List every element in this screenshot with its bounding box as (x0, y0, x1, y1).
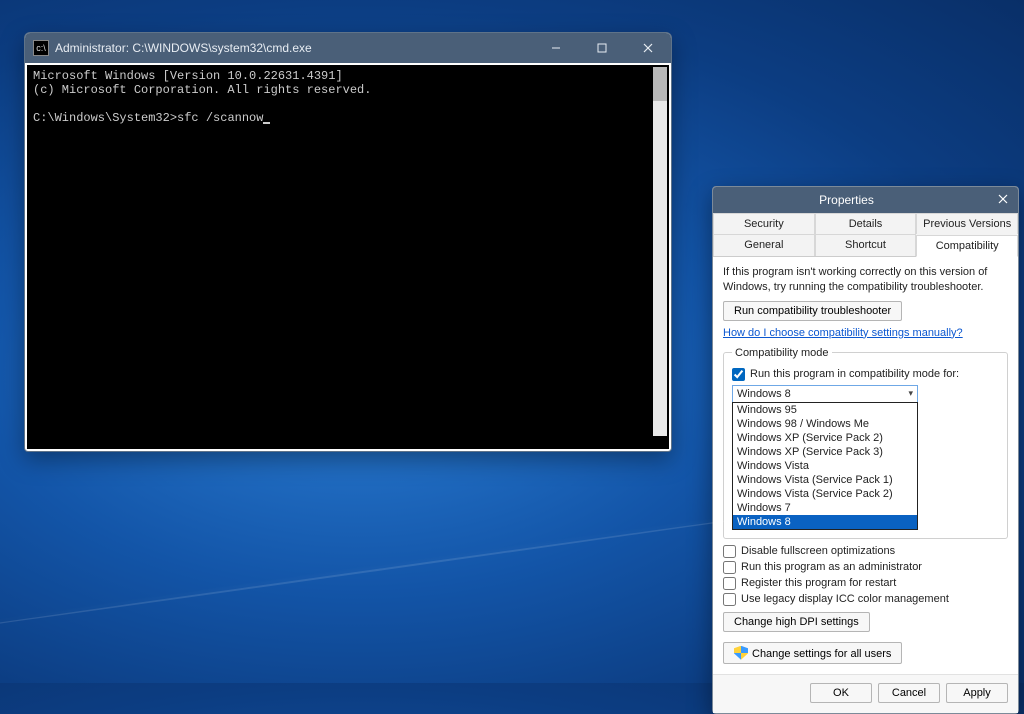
compat-mode-checkbox[interactable] (732, 368, 745, 381)
legacy-icc-checkbox[interactable] (723, 593, 736, 606)
tab-compatibility[interactable]: Compatibility (916, 235, 1018, 257)
compat-option[interactable]: Windows Vista (733, 459, 917, 473)
tab-previous-versions[interactable]: Previous Versions (916, 213, 1018, 234)
properties-close-button[interactable] (988, 194, 1018, 207)
compat-help-link[interactable]: How do I choose compatibility settings m… (723, 327, 963, 339)
cmd-prompt: C:\Windows\System32> (33, 111, 177, 125)
compat-hint-text: If this program isn't working correctly … (723, 265, 1008, 295)
legacy-icc-label: Use legacy display ICC color management (741, 593, 949, 605)
cmd-titlebar[interactable]: c:\ Administrator: C:\WINDOWS\system32\c… (25, 33, 671, 63)
cmd-output-line: (c) Microsoft Corporation. All rights re… (33, 83, 371, 97)
tab-general[interactable]: General (713, 234, 815, 256)
minimize-button[interactable] (533, 33, 579, 63)
cmd-icon: c:\ (33, 40, 49, 56)
cancel-button[interactable]: Cancel (878, 683, 940, 703)
tab-security[interactable]: Security (713, 213, 815, 234)
compat-mode-group: Compatibility mode Run this program in c… (723, 347, 1008, 539)
change-dpi-button[interactable]: Change high DPI settings (723, 612, 870, 632)
chevron-down-icon: ▾ (908, 388, 913, 399)
cmd-input-text: sfc /scannow (177, 111, 263, 125)
change-all-users-label: Change settings for all users (752, 648, 891, 660)
legacy-icc-row[interactable]: Use legacy display ICC color management (723, 593, 1008, 606)
cmd-scrollbar[interactable] (653, 67, 667, 436)
compat-option[interactable]: Windows 95 (733, 403, 917, 417)
properties-dialog: Properties Security Details Previous Ver… (712, 186, 1019, 714)
properties-titlebar[interactable]: Properties (713, 187, 1018, 213)
shield-icon (734, 646, 748, 660)
tab-shortcut[interactable]: Shortcut (815, 234, 917, 256)
register-restart-checkbox[interactable] (723, 577, 736, 590)
maximize-icon (597, 43, 607, 53)
close-button[interactable] (625, 33, 671, 63)
compat-mode-selected: Windows 8 (737, 388, 791, 400)
compat-mode-checkbox-row[interactable]: Run this program in compatibility mode f… (732, 368, 999, 381)
properties-footer: OK Cancel Apply (713, 674, 1018, 713)
tab-details[interactable]: Details (815, 213, 917, 234)
cmd-cursor (263, 122, 270, 124)
properties-title: Properties (705, 193, 988, 207)
compat-option-selected[interactable]: Windows 8 (733, 515, 917, 529)
cmd-title: Administrator: C:\WINDOWS\system32\cmd.e… (55, 41, 533, 55)
maximize-button[interactable] (579, 33, 625, 63)
compat-option[interactable]: Windows XP (Service Pack 2) (733, 431, 917, 445)
apply-button[interactable]: Apply (946, 683, 1008, 703)
compat-option[interactable]: Windows 98 / Windows Me (733, 417, 917, 431)
cmd-terminal[interactable]: Microsoft Windows [Version 10.0.22631.43… (27, 65, 669, 449)
cmd-window: c:\ Administrator: C:\WINDOWS\system32\c… (24, 32, 672, 452)
compat-mode-combobox[interactable]: Windows 8 ▾ (732, 385, 918, 403)
disable-fullscreen-label: Disable fullscreen optimizations (741, 545, 895, 557)
compat-mode-dropdown[interactable]: Windows 95 Windows 98 / Windows Me Windo… (732, 402, 918, 530)
register-restart-label: Register this program for restart (741, 577, 896, 589)
compat-mode-legend: Compatibility mode (732, 347, 832, 359)
compat-option[interactable]: Windows Vista (Service Pack 1) (733, 473, 917, 487)
run-as-admin-row[interactable]: Run this program as an administrator (723, 561, 1008, 574)
compat-option[interactable]: Windows XP (Service Pack 3) (733, 445, 917, 459)
run-as-admin-label: Run this program as an administrator (741, 561, 922, 573)
disable-fullscreen-row[interactable]: Disable fullscreen optimizations (723, 545, 1008, 558)
minimize-icon (551, 43, 561, 53)
compat-mode-checkbox-label: Run this program in compatibility mode f… (750, 368, 959, 380)
ok-button[interactable]: OK (810, 683, 872, 703)
compat-option[interactable]: Windows Vista (Service Pack 2) (733, 487, 917, 501)
register-restart-row[interactable]: Register this program for restart (723, 577, 1008, 590)
disable-fullscreen-checkbox[interactable] (723, 545, 736, 558)
cmd-scroll-thumb[interactable] (653, 67, 667, 101)
run-troubleshooter-button[interactable]: Run compatibility troubleshooter (723, 301, 902, 321)
compatibility-panel: If this program isn't working correctly … (713, 257, 1018, 674)
properties-tabs: Security Details Previous Versions Gener… (713, 213, 1018, 257)
close-icon (998, 194, 1008, 204)
run-as-admin-checkbox[interactable] (723, 561, 736, 574)
close-icon (643, 43, 653, 53)
cmd-output-line: Microsoft Windows [Version 10.0.22631.43… (33, 69, 343, 83)
change-all-users-button[interactable]: Change settings for all users (723, 642, 902, 664)
compat-option[interactable]: Windows 7 (733, 501, 917, 515)
